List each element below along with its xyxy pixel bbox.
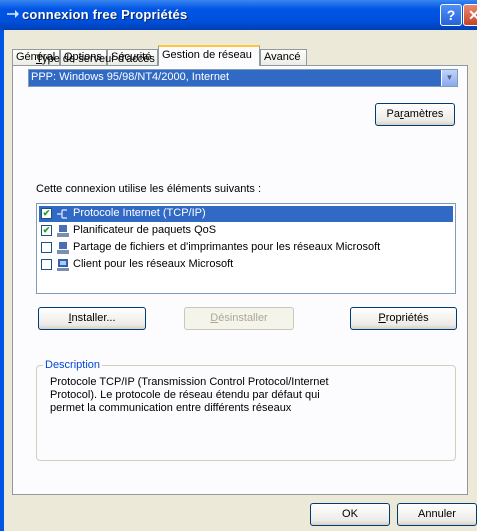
chevron-down-icon[interactable]: ▼ [441, 70, 457, 86]
components-list[interactable]: ✔ Protocole Internet (TCP/IP) ✔ Planific… [36, 203, 456, 294]
window-title: connexion free Propriétés [22, 7, 188, 22]
list-item-label: Protocole Internet (TCP/IP) [73, 207, 206, 219]
client-icon [57, 259, 69, 271]
properties-button[interactable]: Propriétés [350, 307, 457, 330]
uninstall-button[interactable]: Désinstaller [184, 307, 294, 330]
settings-button[interactable]: Paramètres [375, 103, 455, 126]
list-item-label: Planificateur de paquets QoS [73, 224, 217, 236]
list-item[interactable]: Client pour les réseaux Microsoft [39, 257, 453, 273]
tab-advanced[interactable]: Avancé [260, 49, 307, 65]
network-connection-icon [7, 10, 19, 18]
description-line: Protocol). Le protocole de réseau étendu… [50, 389, 320, 401]
checkbox[interactable]: ✔ [41, 225, 52, 236]
description-line: permet la communication entre différents… [50, 402, 292, 414]
list-item-label: Client pour les réseaux Microsoft [73, 258, 234, 270]
checkbox[interactable] [41, 242, 52, 253]
checkbox[interactable] [41, 259, 52, 270]
close-icon[interactable]: ✕ [463, 4, 477, 26]
cancel-button[interactable]: Annuler [397, 503, 477, 526]
title-bar[interactable]: connexion free Propriétés ? ✕ [0, 0, 477, 30]
tab-networking[interactable]: Gestion de réseau [158, 45, 260, 66]
server-type-select[interactable]: PPP: Windows 95/98/NT4/2000, Internet ▼ [28, 69, 458, 87]
description-text: Protocole TCP/IP (Transmission Control P… [50, 376, 350, 415]
ok-button[interactable]: OK [310, 503, 390, 526]
list-item[interactable]: Partage de fichiers et d'imprimantes pou… [39, 240, 453, 256]
components-heading: Cette connexion utilise les éléments sui… [36, 183, 262, 195]
description-title: Description [43, 359, 103, 371]
description-line: Protocole TCP/IP (Transmission Control P… [50, 376, 329, 388]
help-icon[interactable]: ? [440, 4, 462, 26]
service-icon [57, 225, 69, 237]
server-type-value: PPP: Windows 95/98/NT4/2000, Internet [31, 71, 230, 83]
list-item[interactable]: ✔ Protocole Internet (TCP/IP) [39, 206, 453, 222]
protocol-icon [57, 209, 67, 219]
list-item[interactable]: ✔ Planificateur de paquets QoS [39, 223, 453, 239]
checkbox[interactable]: ✔ [41, 208, 52, 219]
install-button[interactable]: Installer... [38, 307, 146, 330]
properties-dialog: connexion free Propriétés ? ✕ Général Op… [0, 0, 477, 531]
service-icon [57, 242, 69, 254]
list-item-label: Partage de fichiers et d'imprimantes pou… [73, 241, 381, 253]
